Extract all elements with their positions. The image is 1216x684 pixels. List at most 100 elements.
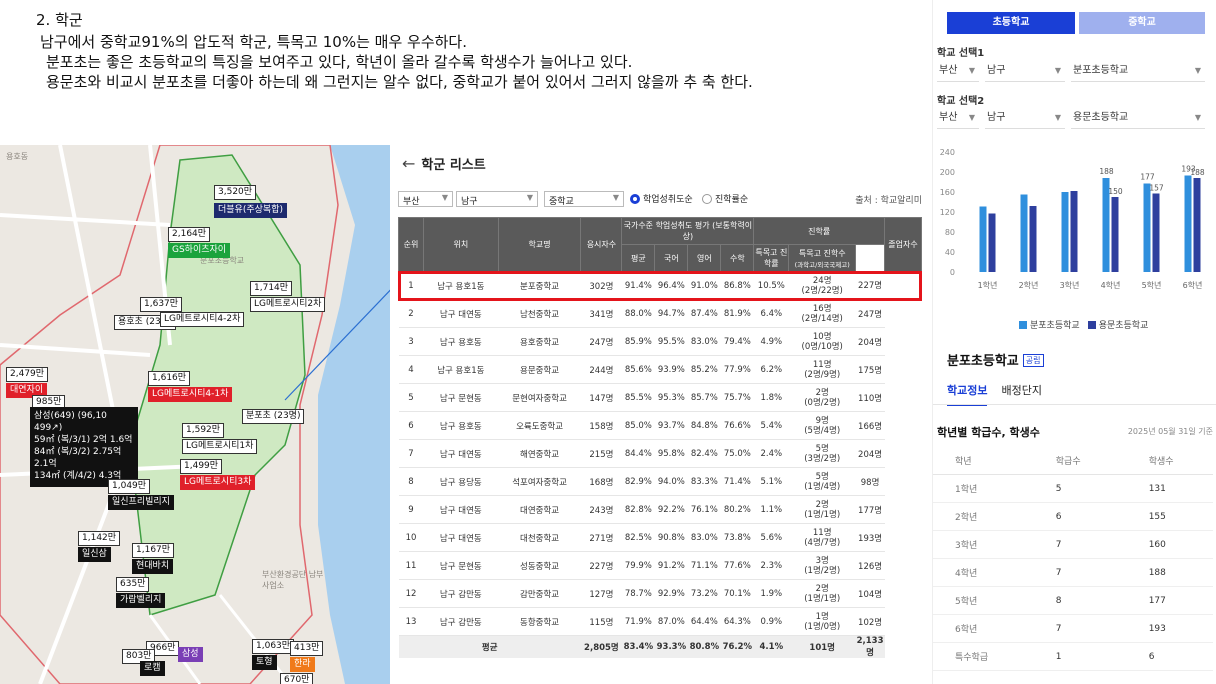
cell-special-count: 2명 (0명/2명)	[788, 383, 856, 412]
complex-tag[interactable]: 현대바치	[132, 559, 174, 574]
cell-special-rate: 6.4%	[753, 299, 789, 328]
cell-special-count: 11명 (2명/9명)	[788, 355, 856, 384]
tab-elementary[interactable]: 초등학교	[947, 12, 1075, 34]
data-label: 177	[1140, 173, 1155, 182]
tab-school-info[interactable]: 학교정보	[947, 382, 988, 406]
grade-cell-classes: 8	[1027, 586, 1119, 615]
level-select[interactable]: 중학교 ▼	[544, 191, 624, 207]
complex-tag[interactable]: LG메트로시티4-2차	[160, 312, 245, 327]
city-select[interactable]: 부산 ▼	[398, 191, 453, 207]
table-row[interactable]: 10 남구 대연동 대천중학교 271명 82.5% 90.8% 83.0% 73.8% 5.6…	[398, 523, 922, 552]
dd-value: 부산	[939, 112, 958, 123]
radio-unchecked-icon	[702, 193, 712, 204]
price-tag[interactable]: 1,499만	[180, 459, 223, 474]
bar-series2[interactable]	[988, 213, 996, 273]
table-row[interactable]: 2 남구 대연동 남천중학교 341명 88.0% 94.7% 87.4% 81.9% 6.4%…	[398, 299, 922, 328]
bar-series1[interactable]	[979, 206, 987, 273]
dd-value: 용문초등학교	[1073, 112, 1129, 123]
cell-students: 168명	[580, 467, 622, 496]
complex-tag[interactable]: LG메트로시티2차	[250, 297, 326, 312]
table-row[interactable]: 9 남구 대연동 대연중학교 243명 82.8% 92.2% 76.1% 80.2% 1.1%…	[398, 495, 922, 524]
cell-grads: 98명	[855, 467, 885, 496]
price-tag[interactable]: 1,637만	[140, 297, 183, 312]
apartment-info-popup[interactable]: 삼성(649) (96,10 499↗) 59㎡ (복/3/1) 2억 1.6억…	[30, 407, 138, 487]
school-tag[interactable]: 분포초 (23명)	[242, 409, 305, 424]
tab-middle[interactable]: 중학교	[1079, 12, 1205, 34]
special-count-breakdown: (1명/1명)	[804, 593, 841, 604]
bar-series2[interactable]	[1070, 191, 1078, 272]
complex-tag[interactable]: LG메트로시티4-1차	[148, 387, 233, 402]
chevron-down-icon: ▼	[968, 113, 975, 122]
cell-special-rate: 1.9%	[753, 579, 789, 608]
select1-district[interactable]: 남구 ▼	[985, 62, 1065, 82]
cell-special-rate: 2.4%	[753, 439, 789, 468]
complex-tag[interactable]: 더블유(주상복합)	[214, 203, 287, 218]
cell-avg: 88.0%	[621, 299, 655, 328]
special-count-total: 9명	[815, 415, 829, 426]
bar-series2[interactable]	[1029, 206, 1037, 272]
price-tag[interactable]: 3,520만	[214, 185, 257, 200]
price-tag[interactable]: 2,479만	[6, 367, 49, 382]
price-tag[interactable]: 1,063만	[252, 639, 295, 654]
map-place-label: 용호동	[6, 152, 29, 161]
special-count-breakdown: (5명/4명)	[804, 425, 841, 436]
cell-students: 127명	[580, 579, 622, 608]
complex-tag[interactable]: GS하이츠자이	[168, 243, 231, 258]
price-tag[interactable]: 1,714만	[250, 281, 293, 296]
bar-series2[interactable]	[1193, 178, 1201, 272]
price-tag[interactable]: 413만	[290, 641, 324, 656]
table-row[interactable]: 5 남구 문현동 문현여자중학교 147명 85.5% 95.3% 85.7% 75.7% 1.…	[398, 383, 922, 412]
district-select[interactable]: 남구 ▼	[456, 191, 538, 207]
school-subtabs: 학교정보 배정단지	[947, 382, 1042, 406]
select1-school[interactable]: 분포초등학교 ▼	[1071, 62, 1205, 82]
complex-tag[interactable]: 일신삼	[78, 547, 111, 562]
complex-tag[interactable]: 삼성	[178, 647, 203, 662]
complex-tag[interactable]: LG메트로시티1차	[182, 439, 258, 454]
bar-series1[interactable]	[1061, 192, 1069, 272]
table-row[interactable]: 6 남구 용호동 오륙도중학교 158명 85.0% 93.7% 84.8% 76.6% 5.4…	[398, 411, 922, 440]
bar-series2[interactable]	[1152, 193, 1160, 273]
bar-series1[interactable]	[1143, 183, 1151, 273]
table-row[interactable]: 7 남구 대연동 해연중학교 215명 84.4% 95.8% 82.4% 75.0% 2.4%…	[398, 439, 922, 468]
select2-school[interactable]: 용문초등학교 ▼	[1071, 109, 1205, 129]
table-row[interactable]: 12 남구 감만동 감만중학교 127명 78.7% 92.9% 73.2% 70.1% 1.9…	[398, 579, 922, 608]
complex-tag[interactable]: 일신프리빌리지	[108, 495, 174, 510]
price-tag[interactable]: 1,592만	[182, 423, 225, 438]
table-row[interactable]: 8 남구 용당동 석포여자중학교 168명 82.9% 94.0% 83.3% 71.4% 5.…	[398, 467, 922, 496]
tab-assigned-complex[interactable]: 배정단지	[1001, 382, 1041, 406]
price-tag[interactable]: 635만	[116, 577, 150, 592]
cell-math: 75.0%	[720, 439, 754, 468]
price-tag[interactable]: 1,616만	[148, 371, 191, 386]
real-estate-map[interactable]: 용호동 분포초등학교 부산환경공단 남부사업소 3,520만 더블유(주상복합)…	[0, 145, 390, 684]
table-row[interactable]: 3 남구 용호동 용호중학교 247명 85.9% 95.5% 83.0% 79.4% 4.9%…	[398, 327, 922, 356]
price-tag[interactable]: 1,142만	[78, 531, 121, 546]
arrow-left-icon[interactable]: ←	[402, 154, 415, 173]
complex-tag[interactable]: 가람벨리지	[116, 593, 166, 608]
sort-radio-achievement[interactable]: 학업성취도순	[630, 192, 693, 205]
sort-radio-advancement[interactable]: 진학률순	[702, 192, 748, 205]
price-tag[interactable]: 670만	[280, 673, 314, 684]
cell-special-rate: 1.1%	[753, 495, 789, 524]
y-tick-label: 40	[945, 248, 955, 257]
complex-tag[interactable]: 로캠	[140, 661, 165, 676]
price-tag[interactable]: 1,049만	[108, 479, 151, 494]
select2-district[interactable]: 남구 ▼	[985, 109, 1065, 129]
price-tag[interactable]: 1,167만	[132, 543, 175, 558]
grade-row: 1학년 5 131	[933, 474, 1213, 503]
special-count-breakdown: (0명/2명)	[804, 397, 841, 408]
price-tag[interactable]: 2,164만	[168, 227, 211, 242]
table-row[interactable]: 4 남구 용호1동 용문중학교 244명 85.6% 93.9% 85.2% 77.9% 6.2…	[398, 355, 922, 384]
bar-series2[interactable]	[1111, 197, 1119, 272]
bar-series1[interactable]	[1020, 194, 1028, 273]
table-row[interactable]: 13 남구 감만동 동항중학교 115명 71.9% 87.0% 64.4% 64.3% 0.9…	[398, 607, 922, 636]
complex-tag[interactable]: LG메트로시티3차	[180, 475, 256, 490]
complex-tag[interactable]: 토형	[252, 655, 277, 670]
cell-korean: 95.3%	[654, 383, 688, 412]
popup-line: 삼성(649) (96,10 499↗)	[34, 411, 107, 433]
bar-series1[interactable]	[1184, 175, 1192, 273]
select1-city[interactable]: 부산 ▼	[937, 62, 979, 82]
data-label: 188	[1099, 167, 1114, 176]
select2-city[interactable]: 부산 ▼	[937, 109, 979, 129]
complex-tag[interactable]: 한라	[290, 657, 315, 672]
table-row[interactable]: 11 남구 문현동 성동중학교 227명 79.9% 91.2% 71.1% 77.6% 2.3…	[398, 551, 922, 580]
